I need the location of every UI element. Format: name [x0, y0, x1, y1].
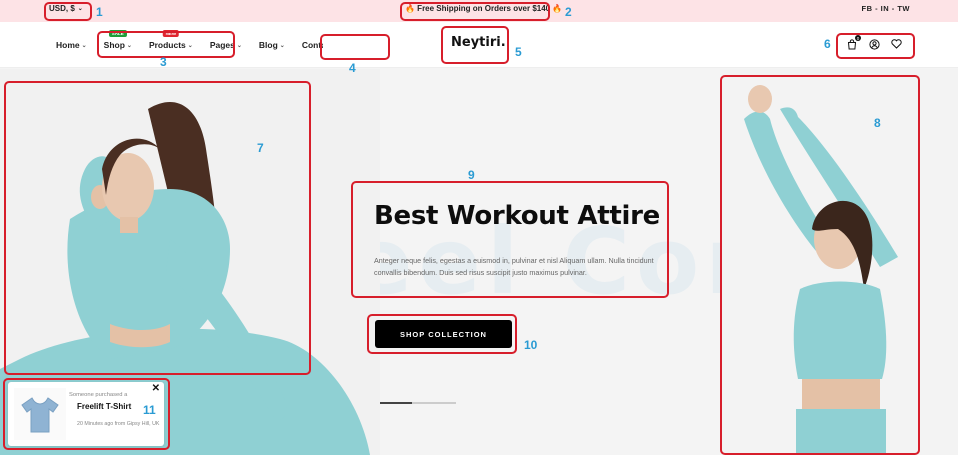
- annotation-box: [4, 81, 311, 375]
- chevron-down-icon: ⌄: [81, 42, 87, 49]
- annotation-box: [441, 26, 509, 64]
- annotation-number: 10: [524, 338, 538, 352]
- slider-dot[interactable]: [412, 402, 456, 404]
- annotation-box: [720, 75, 920, 455]
- social-links[interactable]: FB - IN - TW: [862, 4, 911, 13]
- nav-item-home[interactable]: Home ⌄: [56, 40, 87, 50]
- nav-item-label: Blog: [258, 40, 278, 50]
- annotation-number: 5: [515, 45, 522, 59]
- slider-dot-active[interactable]: [380, 402, 412, 404]
- annotation-number: 7: [257, 141, 264, 155]
- annotation-box: [836, 33, 915, 59]
- nav-item-blog[interactable]: Blog ⌄: [259, 40, 285, 50]
- annotation-number: 4: [349, 61, 356, 75]
- annotation-number: 9: [468, 168, 475, 182]
- annotation-box: [44, 2, 92, 21]
- annotation-box: [400, 2, 550, 21]
- annotation-number: 1: [96, 5, 103, 19]
- annotation-box: [97, 31, 235, 58]
- chevron-down-icon: ⌄: [236, 42, 242, 49]
- annotation-number: 6: [824, 37, 831, 51]
- annotation-box: [351, 181, 669, 298]
- annotation-number: 2: [565, 5, 572, 19]
- annotation-number: 11: [143, 403, 156, 417]
- slider-pagination[interactable]: [380, 402, 456, 404]
- nav-item-label: Home: [56, 40, 80, 50]
- annotation-box: [320, 34, 390, 60]
- annotation-number: 8: [874, 116, 881, 130]
- annotation-number: 3: [160, 55, 167, 69]
- chevron-down-icon: ⌄: [279, 42, 285, 49]
- annotation-box: [367, 314, 517, 354]
